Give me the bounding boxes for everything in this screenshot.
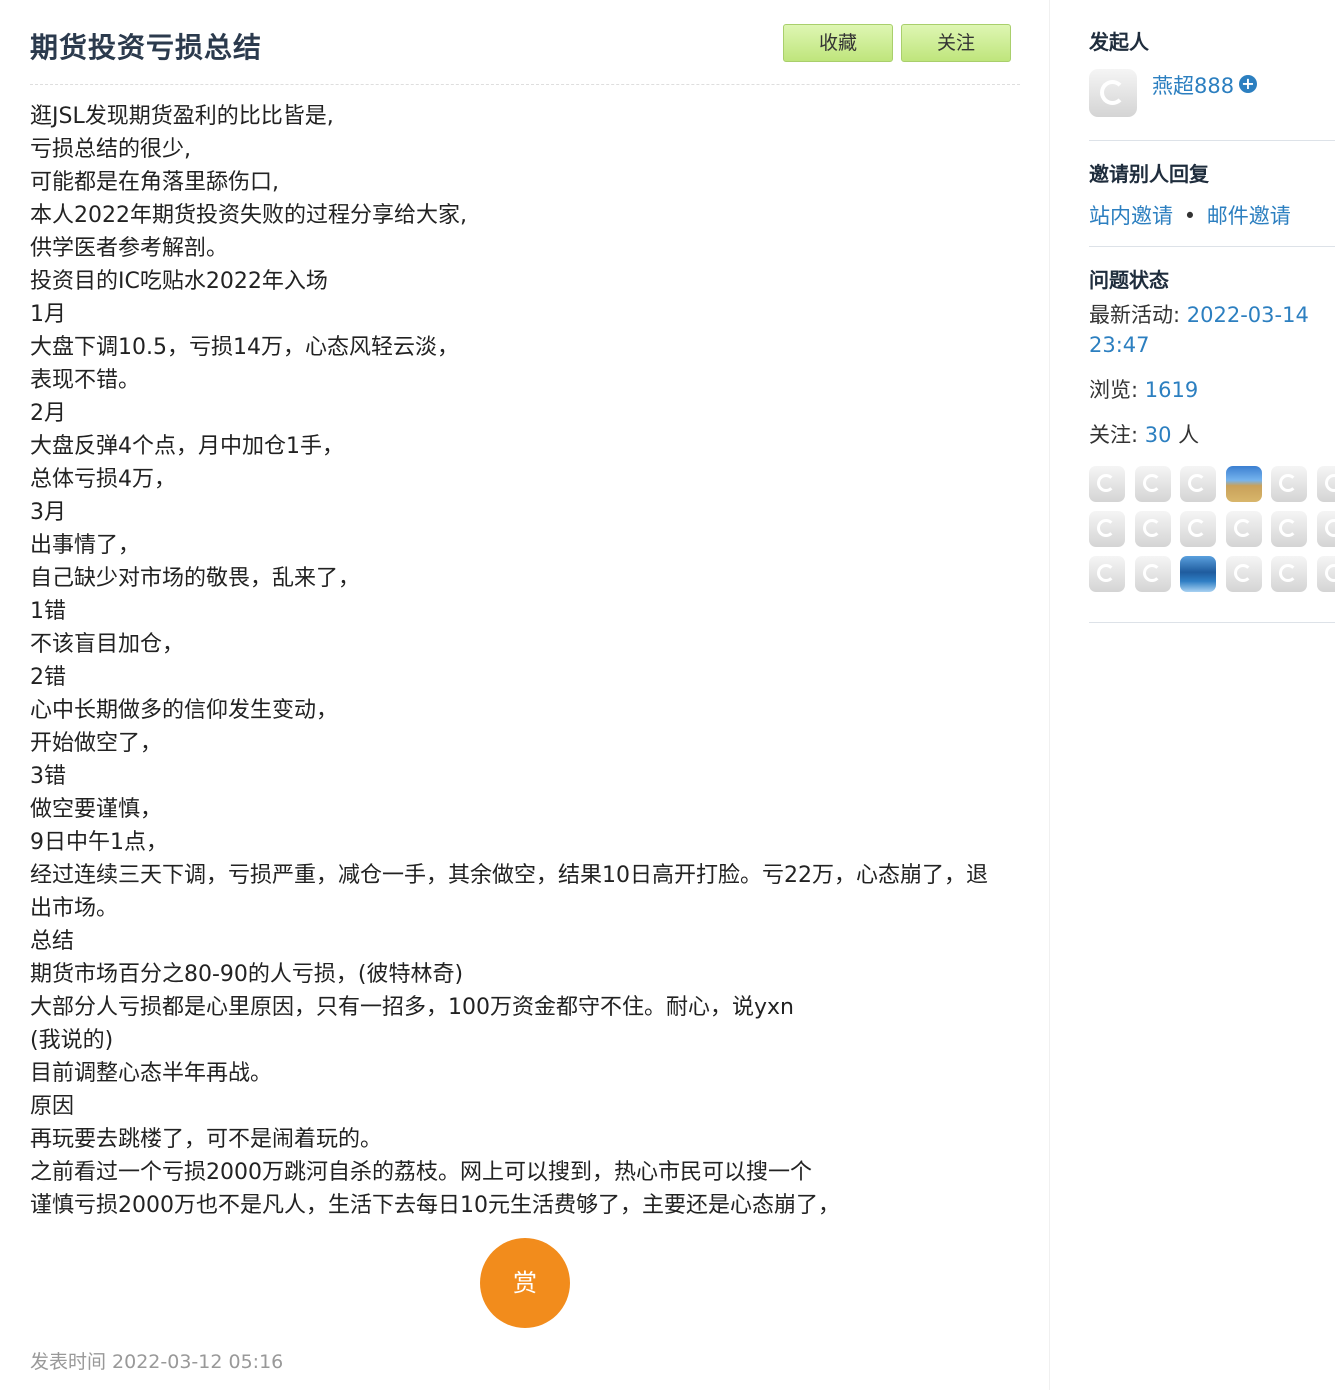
author-name-link[interactable]: 燕超888 (1152, 70, 1234, 100)
content-line: (我说的) (30, 1028, 114, 1053)
content-line: 总体亏损4万， (30, 467, 176, 492)
content-line: 再玩要去跳楼了，可不是闹着玩的。 (30, 1127, 383, 1152)
follow-author-plus-icon[interactable]: + (1239, 75, 1257, 93)
content-line: 出事情了， (30, 533, 141, 558)
content-line: 3错 (30, 764, 66, 789)
content-line: 投资目的IC吃贴水2022年入场 (30, 269, 328, 294)
content-line: 逛JSL发现期货盈利的比比皆是, (30, 104, 334, 129)
followers-stat: 关注: 30 人 (1089, 420, 1199, 450)
default-avatar-icon (1188, 474, 1206, 492)
followers-label: 关注: (1089, 423, 1145, 447)
favorite-button[interactable]: 收藏 (783, 24, 893, 62)
sidebar-divider (1089, 140, 1335, 141)
follower-avatar[interactable] (1180, 556, 1216, 592)
default-avatar-icon (1279, 564, 1297, 582)
default-avatar-icon (1324, 474, 1335, 492)
content-line: 表现不错。 (30, 368, 141, 393)
sidebar-divider (1089, 246, 1335, 247)
follower-avatar[interactable] (1225, 511, 1262, 547)
content-line: 亏损总结的很少, (30, 137, 191, 162)
content-line: 大盘下调10.5，亏损14万，心态风轻云淡， (30, 335, 459, 360)
follower-avatar[interactable] (1271, 511, 1307, 547)
default-avatar-icon (1324, 564, 1335, 582)
content-line: 大部分人亏损都是心里原因，只有一招多，100万资金都守不住。耐心，说yxn (30, 995, 794, 1020)
follower-avatar[interactable] (1180, 466, 1216, 502)
follower-avatar[interactable] (1089, 556, 1125, 592)
content-line: 3月 (30, 500, 66, 525)
title-divider (30, 84, 1020, 85)
reward-button[interactable]: 赏 (480, 1238, 570, 1328)
status-heading: 问题状态 (1089, 268, 1169, 292)
default-avatar-icon (1324, 519, 1335, 537)
follower-avatar[interactable] (1316, 556, 1335, 592)
column-divider (1049, 0, 1050, 1390)
follower-avatar[interactable] (1180, 511, 1216, 547)
content-line: 心中长期做多的信仰发生变动， (30, 698, 339, 723)
invite-site-link[interactable]: 站内邀请 (1089, 204, 1173, 228)
content-line: 目前调整心态半年再战。 (30, 1061, 273, 1086)
follower-avatar[interactable] (1089, 466, 1125, 502)
content-line: 1错 (30, 599, 66, 624)
content-line: 大盘反弹4个点，月中加仓1手， (30, 434, 344, 459)
follower-avatar[interactable] (1225, 556, 1262, 592)
follower-avatar[interactable] (1134, 466, 1171, 502)
page-title: 期货投资亏损总结 (30, 31, 263, 64)
content-line: 9日中午1点， (30, 830, 168, 855)
followers-count: 30 (1144, 423, 1172, 447)
publish-time: 发表时间 2022-03-12 05:16 (30, 1351, 284, 1373)
default-avatar-icon (1100, 80, 1125, 105)
content-line: 供学医者参考解剖。 (30, 236, 229, 261)
content-line: 不该盲目加仓， (30, 632, 185, 657)
latest-activity: 最新活动: 2022-03-14 23:47 (1089, 300, 1329, 360)
follow-button[interactable]: 关注 (901, 24, 1011, 62)
content-line: 谨慎亏损2000万也不是凡人，生活下去每日10元生活费够了，主要还是心态崩了， (30, 1193, 840, 1218)
content-line: 本人2022年期货投资失败的过程分享给大家, (30, 203, 467, 228)
sidebar-divider (1089, 622, 1335, 623)
default-avatar-icon (1097, 564, 1115, 582)
content-line: 2月 (30, 401, 66, 426)
content-line: 做空要谨慎， (30, 797, 163, 822)
content-line: 可能都是在角落里舔伤口, (30, 170, 279, 195)
views-stat: 浏览: 1619 (1089, 375, 1198, 405)
content-line: 之前看过一个亏损2000万跳河自杀的荔枝。网上可以搜到，热心市民可以搜一个 (30, 1160, 812, 1185)
initiator-heading: 发起人 (1089, 30, 1149, 54)
post-content: 逛JSL发现期货盈利的比比皆是, 亏损总结的很少, 可能都是在角落里舔伤口, 本人20… (30, 100, 1005, 1222)
views-count: 1619 (1144, 378, 1199, 402)
views-label: 浏览: (1089, 378, 1145, 402)
content-line: 经过连续三天下调，亏损严重，减仓一手，其余做空，结果10日高开打脸。亏22万，心… (30, 863, 988, 921)
content-line: 1月 (30, 302, 66, 327)
follower-avatar[interactable] (1089, 511, 1125, 547)
separator-dot: • (1183, 204, 1197, 228)
follower-avatar[interactable] (1271, 556, 1307, 592)
content-line: 2错 (30, 665, 66, 690)
default-avatar-icon (1142, 474, 1161, 492)
default-avatar-icon (1233, 519, 1252, 537)
default-avatar-icon (1279, 519, 1297, 537)
invite-mail-link[interactable]: 邮件邀请 (1207, 204, 1291, 228)
content-line: 开始做空了， (30, 731, 163, 756)
default-avatar-icon (1097, 519, 1115, 537)
default-avatar-icon (1142, 519, 1161, 537)
follower-avatar[interactable] (1225, 466, 1262, 502)
default-avatar-icon (1279, 474, 1297, 492)
content-line: 期货市场百分之80-90的人亏损，(彼特林奇) (30, 962, 464, 987)
invite-links: 站内邀请 • 邮件邀请 (1089, 200, 1291, 230)
follower-avatar[interactable] (1316, 466, 1335, 502)
followers-unit: 人 (1171, 423, 1200, 447)
follower-avatar[interactable] (1316, 511, 1335, 547)
content-line: 自己缺少对市场的敬畏，乱来了， (30, 566, 361, 591)
invite-heading: 邀请别人回复 (1089, 162, 1209, 186)
follower-avatar[interactable] (1271, 466, 1307, 502)
default-avatar-icon (1188, 519, 1206, 537)
follower-avatar[interactable] (1134, 511, 1171, 547)
default-avatar-icon (1233, 564, 1252, 582)
default-avatar-icon (1097, 474, 1115, 492)
default-avatar-icon (1142, 564, 1161, 582)
author-avatar[interactable] (1089, 69, 1137, 117)
content-line: 总结 (30, 929, 75, 954)
content-line: 原因 (30, 1094, 75, 1119)
latest-activity-label: 最新活动: (1089, 303, 1187, 327)
follower-avatar[interactable] (1134, 556, 1171, 592)
